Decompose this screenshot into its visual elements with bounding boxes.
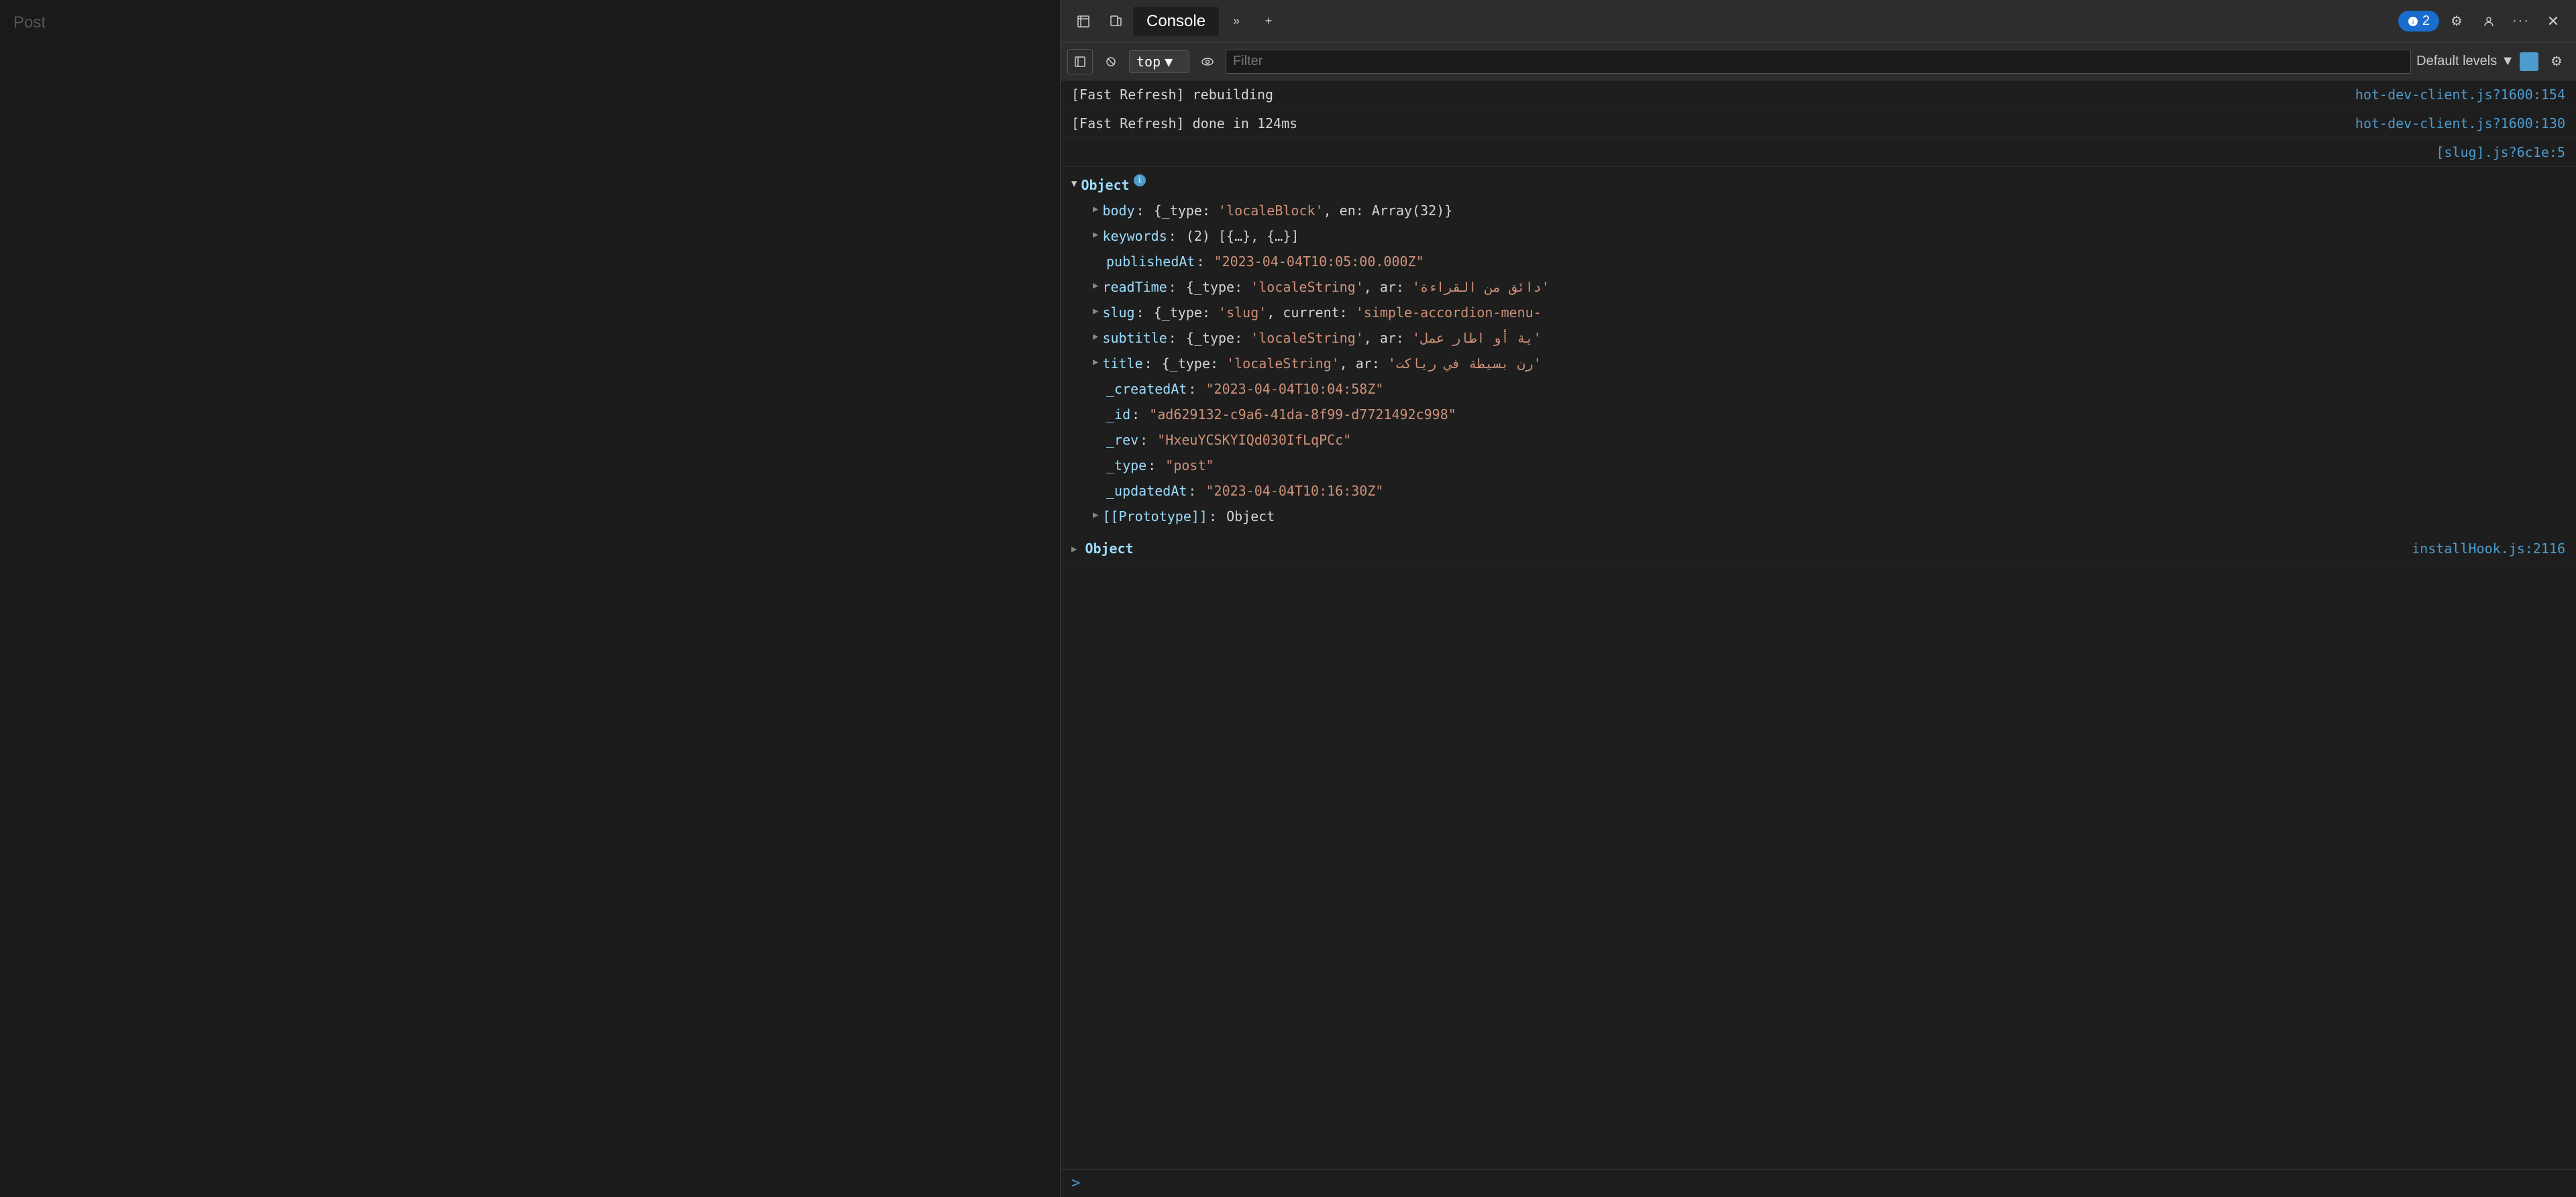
property-row: _type : "post"	[1071, 453, 2565, 478]
property-value: {_type: 'localeString', ar: 'دائق من الق…	[1178, 276, 1550, 298]
property-row: ▶ subtitle : {_type: 'localeString', ar:…	[1071, 325, 2565, 351]
more-tabs-button[interactable]: »	[1222, 7, 1251, 36]
console-secondary-toolbar: top ▼ Default levels ▼ ⚙	[1061, 43, 2576, 80]
more-options-button[interactable]: ···	[2506, 7, 2536, 36]
devtools-panel: Console » + i 2 ⚙ ···	[1060, 0, 2576, 1197]
install-hook-link[interactable]: installHook.js:2116	[2412, 538, 2565, 559]
object2-label: Object	[1085, 538, 1133, 559]
console-input-field[interactable]	[1085, 1176, 2565, 1192]
expand-arrow[interactable]: ▶	[1093, 353, 1098, 369]
property-key: _type	[1106, 455, 1146, 476]
expand-arrow[interactable]: ▶	[1093, 302, 1098, 319]
close-devtools-button[interactable]: ✕	[2538, 7, 2568, 36]
console-input-row: >	[1061, 1169, 2576, 1197]
property-row: ▶ keywords : (2) [{…}, {…}]	[1071, 223, 2565, 249]
property-row: ▶ title : {_type: 'localeString', ar: 'ر…	[1071, 351, 2565, 376]
log-source-link[interactable]: hot-dev-client.js?1600:130	[2355, 113, 2565, 133]
chevron-down-icon: ▼	[1165, 54, 1173, 70]
live-expressions-button[interactable]	[1195, 49, 1220, 74]
sidebar-toggle-button[interactable]	[1067, 49, 1093, 74]
expand-arrow[interactable]: ▶	[1093, 506, 1098, 522]
property-row: publishedAt : "2023-04-04T10:05:00.000Z"	[1071, 249, 2565, 274]
console-log-row: [slug].js?6c1e:5	[1061, 138, 2576, 167]
expand-arrow[interactable]: ▶	[1093, 327, 1098, 344]
property-key: subtitle	[1102, 327, 1167, 349]
property-value: {_type: 'slug', current: 'simple-accordi…	[1146, 302, 1542, 323]
context-selector-dropdown[interactable]: top ▼	[1129, 50, 1189, 73]
property-row: ▶ readTime : {_type: 'localeString', ar:…	[1071, 274, 2565, 300]
object-header-row: ▼ Object i	[1071, 172, 2565, 198]
property-value: "2023-04-04T10:16:30Z"	[1197, 480, 1383, 502]
property-row: ▶ slug : {_type: 'slug', current: 'simpl…	[1071, 300, 2565, 325]
svg-text:i: i	[2412, 19, 2414, 26]
property-row: ▶ [[Prototype]] : Object	[1071, 504, 2565, 529]
slug-source-link[interactable]: [slug].js?6c1e:5	[2436, 142, 2565, 162]
tab-console[interactable]: Console	[1133, 7, 1219, 36]
console-log-row: [Fast Refresh] done in 124ms hot-dev-cli…	[1061, 109, 2576, 138]
issues-badge-button[interactable]: i 2	[2398, 11, 2439, 32]
page-area: Post	[0, 0, 1060, 1197]
property-value: {_type: 'localeString', ar: 'رن بسيطة في…	[1154, 353, 1542, 374]
property-key: body	[1102, 200, 1134, 221]
expand-arrow[interactable]: ▼	[1071, 174, 1077, 191]
property-value: {_type: 'localeBlock', en: Array(32)}	[1146, 200, 1453, 221]
property-key: readTime	[1102, 276, 1167, 298]
console-log-row: ▶ Object installHook.js:2116	[1061, 534, 2576, 563]
property-key: publishedAt	[1106, 251, 1195, 272]
property-value: "post"	[1157, 455, 1214, 476]
console-feature-icon	[2520, 52, 2538, 71]
property-key: _rev	[1106, 429, 1138, 451]
clear-console-button[interactable]	[1098, 49, 1124, 74]
add-tab-button[interactable]: +	[1254, 7, 1283, 36]
property-key: slug	[1102, 302, 1134, 323]
filter-input[interactable]	[1226, 50, 2411, 74]
expand-arrow[interactable]: ▶	[1093, 276, 1098, 293]
gear-icon: ⚙	[2551, 53, 2563, 70]
property-key: _updatedAt	[1106, 480, 1187, 502]
property-row: _updatedAt : "2023-04-04T10:16:30Z"	[1071, 478, 2565, 504]
property-value: "HxeuYCSKYIQd030IfLqPCc"	[1149, 429, 1351, 451]
expand-arrow[interactable]: ▶	[1071, 540, 1077, 557]
expand-arrow[interactable]: ▶	[1093, 225, 1098, 242]
info-badge: i	[1134, 174, 1146, 186]
devtools-toolbar: Console » + i 2 ⚙ ···	[1061, 0, 2576, 43]
console-settings-button[interactable]: ⚙	[2544, 49, 2569, 74]
property-value: Object	[1218, 506, 1275, 527]
property-key: title	[1102, 353, 1142, 374]
property-value: {_type: 'localeString', ar: 'ية أو اطار …	[1178, 327, 1542, 349]
property-key: [[Prototype]]	[1102, 506, 1208, 527]
settings-button[interactable]: ⚙	[2442, 7, 2471, 36]
property-key: _id	[1106, 404, 1130, 425]
object-label: Object	[1081, 174, 1129, 196]
object-tree: ▼ Object i ▶ body : {_type: 'localeBlock…	[1061, 167, 2576, 534]
inspect-element-button[interactable]	[1069, 7, 1098, 36]
property-key: keywords	[1102, 225, 1167, 247]
property-row: _id : "ad629132-c9a6-41da-8f99-d7721492c…	[1071, 402, 2565, 427]
log-source-link[interactable]: hot-dev-client.js?1600:154	[2355, 84, 2565, 105]
device-toggle-button[interactable]	[1101, 7, 1130, 36]
property-row: ▶ body : {_type: 'localeBlock', en: Arra…	[1071, 198, 2565, 223]
page-label: Post	[13, 13, 46, 32]
property-value: "2023-04-04T10:05:00.000Z"	[1206, 251, 1424, 272]
property-value: (2) [{…}, {…}]	[1178, 225, 1299, 247]
console-prompt-symbol: >	[1071, 1175, 1080, 1192]
property-key: _createdAt	[1106, 378, 1187, 400]
console-log-row: [Fast Refresh] rebuilding hot-dev-client…	[1061, 80, 2576, 109]
chevron-down-icon: ▼	[2501, 54, 2514, 69]
property-value: "2023-04-04T10:04:58Z"	[1197, 378, 1383, 400]
log-message: [Fast Refresh] done in 124ms	[1071, 113, 1297, 133]
profile-button[interactable]	[2474, 7, 2504, 36]
expand-arrow[interactable]: ▶	[1093, 200, 1098, 217]
log-levels-dropdown[interactable]: Default levels ▼	[2416, 54, 2514, 69]
property-value: "ad629132-c9a6-41da-8f99-d7721492c998"	[1141, 404, 1456, 425]
property-row: _createdAt : "2023-04-04T10:04:58Z"	[1071, 376, 2565, 402]
property-row: _rev : "HxeuYCSKYIQd030IfLqPCc"	[1071, 427, 2565, 453]
console-output[interactable]: [Fast Refresh] rebuilding hot-dev-client…	[1061, 80, 2576, 1169]
log-message: [Fast Refresh] rebuilding	[1071, 84, 1273, 105]
